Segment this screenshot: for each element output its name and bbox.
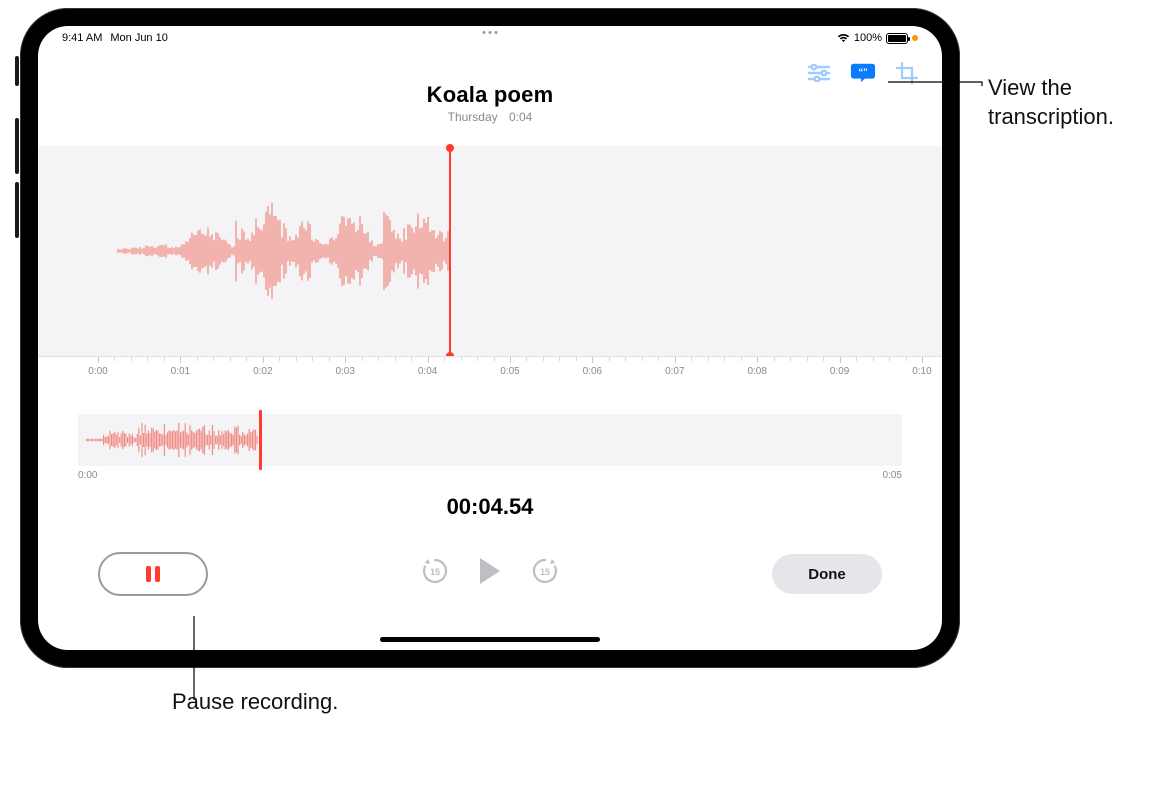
overview-playhead[interactable] bbox=[259, 410, 262, 470]
pause-button[interactable] bbox=[98, 552, 208, 596]
trim-button[interactable] bbox=[894, 62, 920, 84]
waveform bbox=[38, 146, 942, 356]
battery-icon bbox=[886, 33, 908, 44]
device-volume-down bbox=[15, 182, 19, 238]
title-block: Koala poem Thursday 0:04 bbox=[38, 82, 942, 124]
pause-icon bbox=[146, 566, 160, 582]
done-label: Done bbox=[808, 566, 846, 583]
callout-transcription: View the transcription. bbox=[988, 74, 1166, 131]
callout-pause: Pause recording. bbox=[172, 688, 338, 717]
recording-day: Thursday bbox=[448, 110, 498, 124]
svg-text:“”: “” bbox=[858, 67, 867, 77]
status-date: Mon Jun 10 bbox=[110, 32, 167, 44]
elapsed-timer: 00:04.54 bbox=[38, 494, 942, 520]
play-button[interactable] bbox=[480, 558, 500, 584]
transport-controls: 15 15 Done bbox=[38, 546, 942, 606]
skip-back-15-button[interactable]: 15 bbox=[420, 556, 450, 586]
status-bar: 9:41 AM Mon Jun 10 100% bbox=[38, 26, 942, 48]
svg-text:15: 15 bbox=[430, 567, 440, 577]
multitask-dots[interactable] bbox=[483, 31, 498, 34]
recording-title[interactable]: Koala poem bbox=[38, 82, 942, 108]
overview-wave bbox=[78, 414, 902, 466]
playback-options-button[interactable] bbox=[806, 62, 832, 84]
done-button[interactable]: Done bbox=[772, 554, 882, 594]
screen: 9:41 AM Mon Jun 10 100% “” bbox=[38, 26, 942, 650]
time-ruler[interactable]: 0:000:010:020:030:040:050:060:070:080:09… bbox=[38, 356, 942, 384]
recording-duration: 0:04 bbox=[509, 110, 532, 124]
overview-end-label: 0:05 bbox=[883, 470, 902, 481]
edit-toolbar: “” bbox=[806, 62, 920, 84]
mic-in-use-indicator bbox=[912, 35, 918, 41]
svg-text:15: 15 bbox=[540, 567, 550, 577]
overview-waveform[interactable]: 0:00 0:05 bbox=[78, 414, 902, 466]
wifi-icon bbox=[837, 33, 850, 43]
device-volume-up bbox=[15, 118, 19, 174]
transcription-button[interactable]: “” bbox=[850, 62, 876, 84]
device-frame: 9:41 AM Mon Jun 10 100% “” bbox=[20, 8, 960, 668]
playhead[interactable] bbox=[449, 148, 451, 356]
overview-start-label: 0:00 bbox=[78, 470, 97, 481]
skip-forward-15-button[interactable]: 15 bbox=[530, 556, 560, 586]
device-side-button bbox=[15, 56, 19, 86]
status-time: 9:41 AM bbox=[62, 32, 102, 44]
waveform-area[interactable]: 0:000:010:020:030:040:050:060:070:080:09… bbox=[38, 146, 942, 384]
battery-percent: 100% bbox=[854, 32, 882, 44]
home-indicator[interactable] bbox=[380, 637, 600, 642]
